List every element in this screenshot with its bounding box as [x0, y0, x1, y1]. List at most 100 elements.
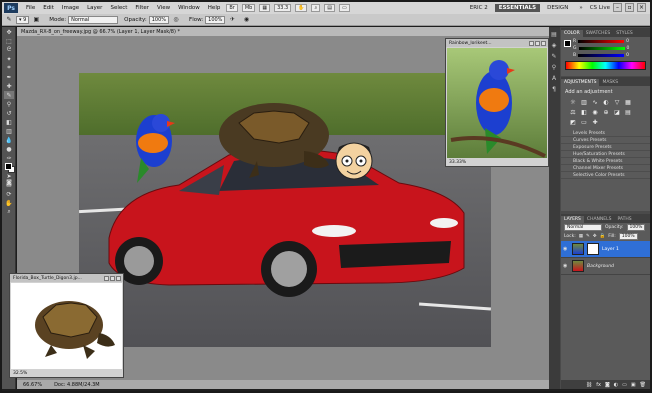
black-white-icon[interactable]: ◧ [580, 109, 588, 116]
menu-filter[interactable]: Filter [131, 5, 153, 11]
exposure-icon[interactable]: ◐ [602, 99, 610, 106]
pressure-size-icon[interactable]: ◉ [241, 16, 251, 24]
3d-rotate-tool-icon[interactable]: ⟳ [4, 190, 14, 198]
delete-layer-icon[interactable]: 🗑 [640, 382, 646, 388]
menu-help[interactable]: Help [204, 5, 225, 11]
eyedropper-tool-icon[interactable]: ✒ [4, 73, 14, 81]
zoom-tool-icon[interactable]: ⌕ [4, 208, 14, 216]
levels-icon[interactable]: ▥ [580, 99, 588, 106]
opacity-field[interactable]: 100% [148, 15, 170, 24]
brush-panel-icon[interactable]: ✎ [550, 52, 558, 60]
status-doc-size[interactable]: Doc: 4.88M/24.3M [54, 382, 100, 388]
tab-adjustments[interactable]: ADJUSTMENTS [561, 79, 600, 86]
new-layer-icon[interactable]: ▣ [631, 382, 636, 388]
restore-button[interactable]: ▫ [625, 3, 634, 12]
brush-preset-icon[interactable]: ✎ [4, 16, 14, 24]
tab-color[interactable]: COLOR [561, 30, 583, 37]
workspace-more-button[interactable]: » [575, 4, 586, 12]
lock-position-icon[interactable]: ✥ [593, 234, 597, 239]
arrange-documents-button[interactable]: ▤ [324, 4, 335, 12]
parrot-document-window[interactable]: Rainbow_lorikeet... 33.33% [445, 38, 549, 167]
flow-field[interactable]: 100% [205, 15, 226, 24]
hue-saturation-icon[interactable]: ▦ [624, 99, 632, 106]
workspace-eric2[interactable]: ERIC 2 [466, 4, 492, 12]
color-foreground-swatch[interactable] [564, 40, 571, 47]
document-canvas[interactable] [79, 73, 491, 347]
brush-panel-icon[interactable]: ▣ [31, 16, 41, 24]
preset-channel-mixer[interactable]: Channel Mixer Presets [561, 165, 650, 172]
tab-channels[interactable]: CHANNELS [584, 216, 615, 223]
turtle-window-title[interactable]: Florida_Box_Turtle_Digon3.jp... [10, 274, 123, 282]
menu-select[interactable]: Select [106, 5, 131, 11]
tab-styles[interactable]: STYLES [613, 30, 636, 37]
preset-hue-saturation[interactable]: Hue/Saturation Presets [561, 151, 650, 158]
blend-mode-select[interactable]: Normal [564, 224, 602, 231]
brush-tool-icon[interactable]: ✎ [4, 91, 14, 99]
fill-field[interactable]: 100% [618, 233, 638, 240]
window-maximize-icon[interactable] [110, 275, 115, 281]
menu-file[interactable]: File [22, 5, 39, 11]
eye-icon[interactable]: ◉ [563, 263, 569, 269]
lasso-tool-icon[interactable]: ᘓ [4, 46, 14, 54]
lock-transparency-icon[interactable]: ▦ [579, 234, 583, 239]
menu-layer[interactable]: Layer [83, 5, 106, 11]
brush-size-picker[interactable]: ▾ 9 [16, 15, 30, 24]
quick-mask-icon[interactable]: ◙ [4, 178, 14, 186]
blue-slider[interactable] [578, 54, 625, 57]
invert-icon[interactable]: ◪ [613, 109, 621, 116]
tab-layers[interactable]: LAYERS [561, 216, 584, 223]
clone-source-panel-icon[interactable]: ⚲ [550, 63, 558, 71]
layer-opacity-field[interactable]: 100% [626, 224, 646, 231]
channel-mixer-icon[interactable]: ⊕ [602, 109, 610, 116]
workspace-essentials[interactable]: ESSENTIALS [494, 3, 541, 12]
threshold-icon[interactable]: ◩ [569, 119, 577, 126]
eraser-tool-icon[interactable]: ◧ [4, 118, 14, 126]
crop-tool-icon[interactable]: ⌗ [4, 64, 14, 72]
workspace-design[interactable]: DESIGN [543, 4, 572, 12]
brightness-contrast-icon[interactable]: ☼ [569, 99, 577, 106]
cs-live-button[interactable]: CS Live [590, 5, 610, 11]
preset-levels[interactable]: Levels Presets [561, 130, 650, 137]
properties-panel-icon[interactable]: ◈ [550, 41, 558, 49]
menu-edit[interactable]: Edit [39, 5, 58, 11]
history-brush-tool-icon[interactable]: ↺ [4, 109, 14, 117]
layer-style-icon[interactable]: fx [596, 382, 601, 388]
window-minimize-icon[interactable] [104, 275, 109, 281]
lock-pixels-icon[interactable]: ✎ [586, 234, 590, 239]
preset-curves[interactable]: Curves Presets [561, 137, 650, 144]
turtle-document-window[interactable]: Florida_Box_Turtle_Digon3.jp... 32.5% [9, 273, 124, 378]
lock-all-icon[interactable]: 🔒 [600, 234, 606, 239]
selective-color-icon[interactable]: ✚ [591, 119, 599, 126]
marquee-tool-icon[interactable]: ⬚ [4, 37, 14, 45]
color-balance-icon[interactable]: ⚖ [569, 109, 577, 116]
layer-row-background[interactable]: ◉ Background [561, 258, 650, 275]
preset-selective-color[interactable]: Selective Color Presets [561, 172, 650, 179]
hand-tool-icon[interactable]: ✋ [295, 4, 308, 12]
parrot-window-title[interactable]: Rainbow_lorikeet... [446, 39, 548, 47]
menu-window[interactable]: Window [174, 5, 204, 11]
status-zoom[interactable]: 66.67% [23, 382, 42, 388]
zoom-tool-icon[interactable]: ⌕ [311, 4, 321, 12]
pressure-opacity-icon[interactable]: ◎ [171, 16, 181, 24]
gradient-map-icon[interactable]: ▭ [580, 119, 588, 126]
preset-exposure[interactable]: Exposure Presets [561, 144, 650, 151]
dodge-tool-icon[interactable]: ● [4, 145, 14, 153]
adjustment-layer-icon[interactable]: ◐ [614, 382, 618, 388]
layer-mask-thumbnail[interactable] [587, 243, 599, 255]
paragraph-panel-icon[interactable]: ¶ [550, 85, 558, 93]
blue-value[interactable]: 0 [626, 53, 629, 58]
layer-name[interactable]: Layer 1 [602, 247, 619, 252]
tab-paths[interactable]: PATHS [614, 216, 634, 223]
character-panel-icon[interactable]: A [550, 74, 558, 82]
red-slider[interactable] [578, 40, 625, 43]
screen-mode-button[interactable]: ▭ [339, 4, 350, 12]
healing-tool-icon[interactable]: ✚ [4, 82, 14, 90]
layer-row-layer1[interactable]: ◉ Layer 1 [561, 241, 650, 258]
photo-filter-icon[interactable]: ◉ [591, 109, 599, 116]
quick-select-tool-icon[interactable]: ✦ [4, 55, 14, 63]
window-close-icon[interactable] [541, 40, 546, 46]
view-extras-button[interactable]: ▦ [259, 4, 271, 12]
window-close-icon[interactable] [116, 275, 121, 281]
mode-select[interactable]: Normal [68, 15, 119, 24]
foreground-color-swatch[interactable] [5, 163, 12, 170]
